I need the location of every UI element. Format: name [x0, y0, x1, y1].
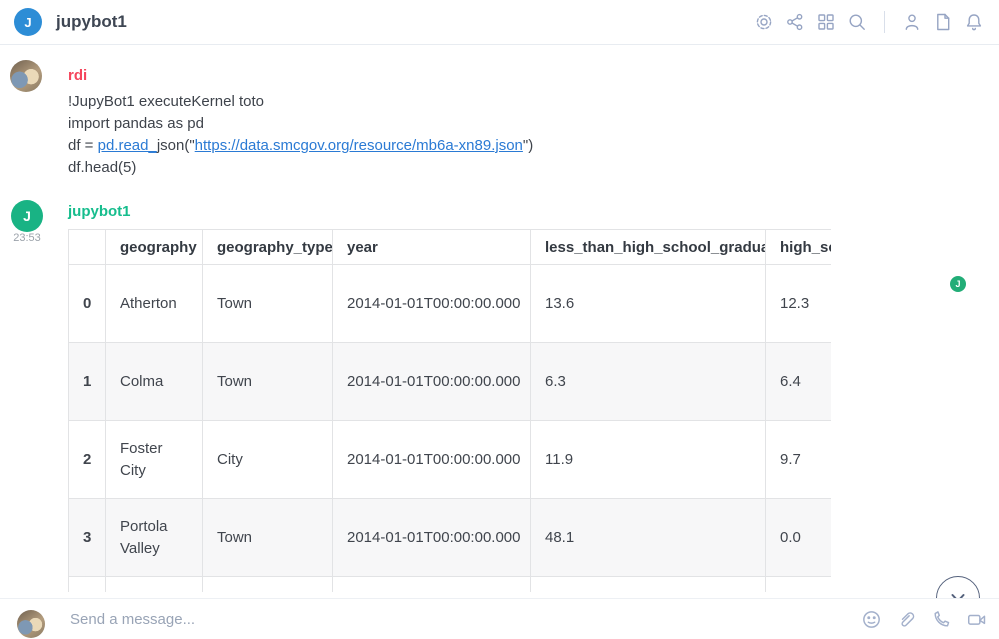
table-cell: 0.0 [766, 499, 832, 577]
header-toolbar [753, 11, 985, 33]
table-cell: 12.3 [766, 265, 832, 343]
composer-toolbar [860, 608, 987, 630]
toolbar-divider [884, 11, 885, 33]
table-row: 0AthertonTown2014-01-01T00:00:00.00013.6… [69, 265, 832, 343]
column-header [69, 230, 106, 265]
message-input[interactable] [70, 611, 860, 628]
chat-app: J jupybot1 [0, 0, 999, 639]
message-line: !JupyBot1 executeKernel toto [68, 91, 533, 113]
table-cell: 13.6 [531, 265, 766, 343]
table-cell: 2014-01-01T00:00:00.000 [333, 421, 531, 499]
channel-title[interactable]: jupybot1 [56, 12, 127, 32]
jump-to-recent-button[interactable] [936, 576, 980, 598]
dataframe-table-head: geographygeography_typeyearless_than_hig… [69, 230, 832, 265]
message-line: df.head(5) [68, 157, 533, 179]
table-cell: City [203, 421, 333, 499]
channel-avatar: J [14, 8, 42, 36]
message-text: import pandas as pd [68, 115, 204, 132]
message-code-lines: !JupyBot1 executeKernel toto import panda… [68, 91, 533, 179]
row-index-cell: 3 [69, 499, 106, 577]
table-cell [531, 577, 766, 593]
message-text: !JupyBot1 executeKernel toto [68, 93, 264, 110]
table-cell: 2014-01-01T00:00:00.000 [333, 499, 531, 577]
table-cell: 2014-01-01T00:00:00.000 [333, 265, 531, 343]
message-composer [0, 598, 999, 639]
column-header: less_than_high_school_graduate [531, 230, 766, 265]
table-cell: Town [203, 499, 333, 577]
message-link[interactable]: https://data.smcgov.org/resource/mb6a-xn… [195, 137, 523, 154]
column-header: high_school_graduate [766, 230, 832, 265]
table-cell: Town [203, 265, 333, 343]
table-cell: Colma [106, 343, 203, 421]
table-cell: Town [203, 343, 333, 421]
paperclip-icon[interactable] [895, 608, 917, 630]
user-avatar-rdi[interactable] [10, 60, 42, 92]
person-icon[interactable] [901, 11, 923, 33]
bot-unread-badge[interactable]: J [950, 276, 966, 292]
search-icon[interactable] [846, 11, 868, 33]
table-cell: Atherton [106, 265, 203, 343]
row-index-cell: 2 [69, 421, 106, 499]
table-cell [766, 577, 832, 593]
table-cell [106, 577, 203, 593]
message-text: ") [523, 137, 533, 154]
table-cell: Foster City [106, 421, 203, 499]
table-cell: Portola Valley [106, 499, 203, 577]
message-timestamp: 23:53 [10, 232, 44, 244]
gear-icon[interactable] [753, 11, 775, 33]
apps-grid-icon[interactable] [815, 11, 837, 33]
share-icon[interactable] [784, 11, 806, 33]
column-header: geography_type [203, 230, 333, 265]
table-cell: 2014-01-01T00:00:00.000 [333, 343, 531, 421]
composer-user-avatar[interactable] [17, 610, 45, 638]
message-line: import pandas as pd [68, 113, 533, 135]
table-cell: 11.9 [531, 421, 766, 499]
emoji-icon[interactable] [860, 608, 882, 630]
message-text: json(" [157, 137, 195, 154]
table-cell: 48.1 [531, 499, 766, 577]
table-row: 3Portola ValleyTown2014-01-01T00:00:00.0… [69, 499, 832, 577]
table-header-row: geographygeography_typeyearless_than_hig… [69, 230, 832, 265]
table-cell [203, 577, 333, 593]
dataframe-table-body: 0AthertonTown2014-01-01T00:00:00.00013.6… [69, 265, 832, 593]
row-index-cell: 0 [69, 265, 106, 343]
table-cell: 6.4 [766, 343, 832, 421]
channel-header: J jupybot1 [0, 0, 999, 45]
message-author-bot[interactable]: jupybot1 [68, 203, 131, 220]
bell-icon[interactable] [963, 11, 985, 33]
message-link[interactable]: pd.read_ [98, 137, 157, 154]
phone-icon[interactable] [930, 608, 952, 630]
table-cell: 9.7 [766, 421, 832, 499]
video-camera-icon[interactable] [965, 608, 987, 630]
document-icon[interactable] [932, 11, 954, 33]
message-list: rdi !JupyBot1 executeKernel toto import p… [0, 45, 999, 598]
table-row: 2Foster CityCity2014-01-01T00:00:00.0001… [69, 421, 832, 499]
table-row: 1ColmaTown2014-01-01T00:00:00.0006.36.4 [69, 343, 832, 421]
message-line: df = pd.read_json("https://data.smcgov.o… [68, 135, 533, 157]
dataframe-table-container: geographygeography_typeyearless_than_hig… [68, 229, 831, 592]
column-header: geography [106, 230, 203, 265]
table-cell: 6.3 [531, 343, 766, 421]
chevron-down-icon [947, 587, 969, 598]
dataframe-table: geographygeography_typeyearless_than_hig… [68, 229, 831, 592]
row-index-cell: 1 [69, 343, 106, 421]
column-header: year [333, 230, 531, 265]
table-row [69, 577, 832, 593]
message-text: df.head(5) [68, 159, 136, 176]
message-text: df = [68, 137, 98, 154]
message-rdi: rdi !JupyBot1 executeKernel toto import p… [68, 67, 533, 179]
table-cell [333, 577, 531, 593]
message-author-rdi[interactable]: rdi [68, 67, 533, 84]
bot-avatar[interactable]: J [11, 200, 43, 232]
row-index-cell [69, 577, 106, 593]
